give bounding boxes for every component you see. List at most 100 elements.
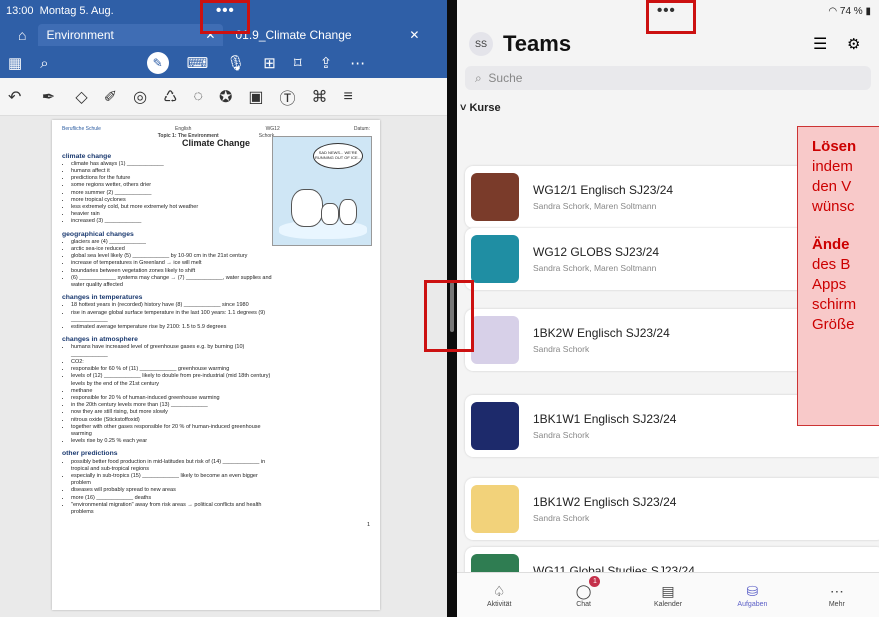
highlight-box-dots-left [200,0,250,34]
worksheet-item: estimated average temperature rise by 21… [71,324,277,331]
tab-label: 01.9_Climate Change [235,28,352,42]
worksheet-item: arctic sea-ice reduced [71,246,277,253]
undo-icon[interactable]: ↶ [8,87,21,107]
worksheet-item: humans have increased level of greenhous… [71,344,277,358]
nav-aufgaben[interactable]: ⛁ Aufgaben [710,573,794,617]
worksheet-item: together with other gases responsible fo… [71,424,277,438]
section-list: 18 hottest years in (recorded) history h… [62,302,277,331]
keyboard-icon[interactable]: ⌨ [187,54,209,72]
worksheet-item: (6) ____________ systems may change → (7… [71,275,277,289]
tab-environment[interactable]: Environment ✕ [38,24,224,46]
team-thumbnail [471,173,519,221]
laser-icon[interactable]: ⌘ [312,87,328,107]
calendar-icon: ▤ [661,582,675,599]
nav-kalender[interactable]: ▤ Kalender [626,573,710,617]
nav-label: Kalender [654,600,683,608]
note-line: Apps [812,276,847,293]
section-heading: geographical changes [62,230,134,238]
worksheet-item: some regions wetter, others drier [71,182,277,189]
worksheet-item: now they are still rising, but more slow… [71,409,277,416]
pen-tool-icon[interactable]: ✒ [37,86,59,108]
sticker-icon[interactable]: ✪ [219,87,232,107]
search-icon[interactable]: ⌕ [40,55,48,72]
home-icon[interactable]: ⌂ [0,27,38,43]
status-time: 13:00 [6,5,34,17]
nav-label: Mehr [828,600,845,608]
worksheet-item: in the 20th century levels more than (13… [71,402,277,409]
eraser-icon[interactable]: ◇ [75,87,87,107]
search-input[interactable]: ⌕ Suche [465,66,871,90]
team-name: 1BK2W Englisch SJ23/24 [533,326,670,340]
nav-chat[interactable]: ◯ Chat 1 [541,573,625,617]
polar-bear-cartoon: SAD NEWS... WE'RE RUNNING OUT OF ICE... [272,136,372,246]
nav-aktivität[interactable]: ♤ Aktivität [457,573,541,617]
worksheet-item: rise in average global surface temperatu… [71,310,277,324]
team-name: 1BK1W2 Englisch SJ23/24 [533,495,677,509]
pen-mode-icon[interactable]: ✎ [146,52,169,74]
avatar[interactable]: SS [469,32,493,56]
team-text: 1BK2W Englisch SJ23/24 Sandra Schork [533,326,670,354]
shapes-icon[interactable]: ◎ [133,87,147,107]
tab-climate-change[interactable]: 01.9_Climate Change ✕ [227,24,427,46]
bookmark-icon[interactable]: ⌑ [294,54,302,72]
selection-icon[interactable]: ◌ [193,88,203,106]
worksheet-item: global sea level likely (5) ____________… [71,253,277,260]
worksheet-item: boundaries between vegetation zones like… [71,268,277,275]
battery-level: 74 % [839,5,863,17]
section-heading: other predictions [62,450,118,458]
speech-bubble: SAD NEWS... WE'RE RUNNING OUT OF ICE... [313,143,363,169]
drawing-toolbar: ↶ ✒ ◇ ✐ ◎ ♺ ◌ ✪ ▣ Ⓣ ⌘ ≡ [0,78,447,116]
note-line: den V [812,178,852,195]
team-card[interactable]: 1BK1W2 Englisch SJ23/24 Sandra Schork [465,478,879,540]
team-thumbnail [471,316,519,364]
page-title: Teams [503,31,572,56]
team-members: Sandra Schork, Maren Soltmann [533,201,657,211]
worksheet-item: more (16) ____________ deaths [71,495,277,502]
nav-label: Aufgaben [737,600,768,608]
menu-icon[interactable]: ≡ [344,88,353,106]
worksheet-item: more tropical cyclones [71,197,277,204]
lasso-icon[interactable]: ♺ [163,87,177,107]
text-icon[interactable]: Ⓣ [279,85,295,109]
worksheet-sections: climate changeclimate has always (1) ___… [62,153,277,517]
highlighter-icon[interactable]: ✐ [104,87,117,107]
share-icon[interactable]: ⇪ [320,54,333,72]
team-thumbnail [471,485,519,533]
search-placeholder: Suche [488,71,523,85]
team-text: WG12 GLOBS SJ23/24 Sandra Schork, Maren S… [533,245,659,273]
note-line: indem [812,158,853,175]
section-header[interactable]: ˅ Kurse [457,90,879,114]
section-list: climate has always (1) ____________human… [62,161,277,226]
instruction-note: Lösen indem den V wünsc Ände des B Apps schirm G… [797,126,879,426]
section-heading: changes in atmosphere [62,336,138,344]
worksheet-item: levels of (12) ____________ likely to do… [71,373,277,387]
worksheet-item: humans affect it [71,168,277,175]
close-icon[interactable]: ✕ [409,28,419,42]
worksheet-page[interactable]: Berufliche Schule English WG12 Datum: To… [52,120,380,610]
worksheet-item: methane [71,388,277,395]
add-page-icon[interactable]: ⊞ [263,54,276,72]
team-thumbnail [471,235,519,283]
battery-icon: ▮ [865,5,871,17]
highlight-box-dots-right [646,0,696,34]
team-text: 1BK1W1 Englisch SJ23/24 Sandra Schork [533,412,676,440]
grid-icon[interactable]: ▦ [8,54,22,72]
main-toolbar: ▦ ⌕ ✎ ⌨ 🎙 ⊞ ⌑ ⇪ ⋯ [0,48,447,78]
microphone-icon[interactable]: 🎙 [226,54,245,72]
team-thumbnail [471,402,519,450]
nav-mehr[interactable]: ⋯ Mehr [795,573,879,617]
more-icon[interactable]: ⋯ [350,54,365,72]
worksheet-item: less extremely cold, but more extremely … [71,204,277,211]
gear-icon[interactable]: ⚙ [847,35,860,53]
worksheet-item: responsible for 20 % of human-induced gr… [71,395,277,402]
note-line: Größe [812,316,855,333]
worksheet-item: glaciers are (4) ____________ [71,239,277,246]
status-date: Montag 5. Aug. [39,5,114,17]
worksheet-item: CO2: [71,359,277,366]
tab-label: Environment [46,28,114,42]
filter-icon[interactable]: ☰ [813,34,827,54]
section-label: Kurse [469,102,501,114]
worksheet-item: responsible for 60 % of (11) ___________… [71,366,277,373]
note-line: Ände [812,236,850,253]
image-icon[interactable]: ▣ [248,87,263,107]
